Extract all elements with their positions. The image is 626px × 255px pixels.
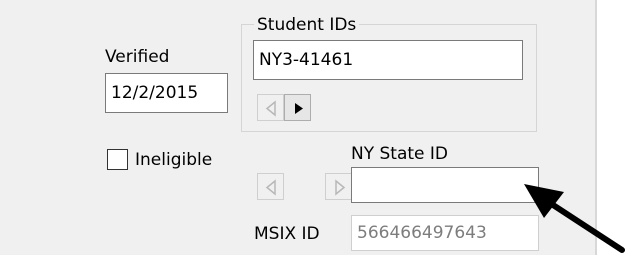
student-id-next-button[interactable] <box>284 94 311 121</box>
student-id-prev-button[interactable] <box>257 94 284 121</box>
msix-id-label: MSIX ID <box>254 224 320 244</box>
ineligible-checkbox[interactable] <box>107 149 128 170</box>
triangle-right-icon <box>335 179 346 196</box>
student-id-input[interactable] <box>253 40 523 80</box>
triangle-left-icon <box>265 179 276 196</box>
triangle-left-icon <box>265 100 276 117</box>
verified-date-input[interactable] <box>105 73 228 113</box>
ny-state-id-label: NY State ID <box>351 144 449 164</box>
triangle-right-icon <box>295 103 303 114</box>
ny-state-id-next-button[interactable] <box>325 173 352 200</box>
pointer-arrow-icon <box>524 184 625 253</box>
student-ids-group-label: Student IDs <box>254 15 360 35</box>
ny-state-id-input[interactable] <box>351 167 539 203</box>
ny-state-id-prev-button[interactable] <box>257 173 284 200</box>
ineligible-label: Ineligible <box>135 150 213 170</box>
verified-label: Verified <box>105 47 170 67</box>
msix-id-input[interactable] <box>351 215 539 251</box>
